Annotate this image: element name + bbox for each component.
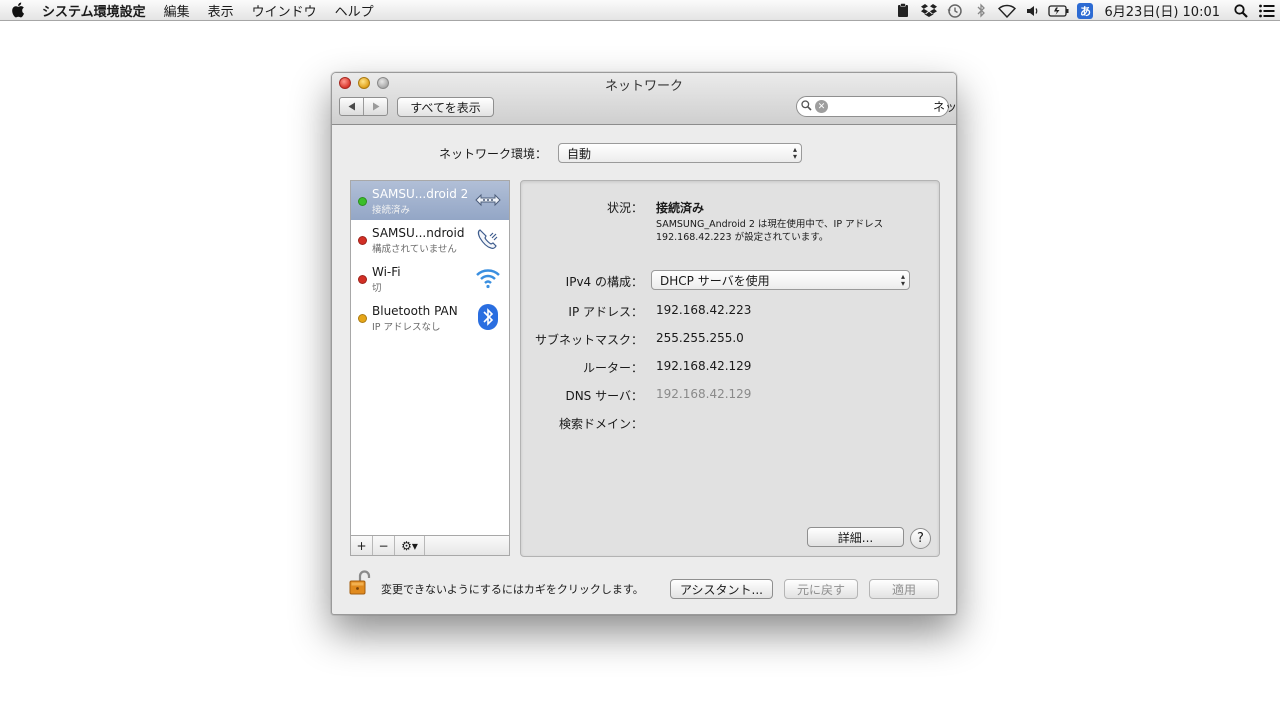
menu-bar: システム環境設定 編集 表示 ウインドウ ヘルプ あ 6月23日(日) 10:0… (0, 0, 1280, 21)
wifi-icon (474, 264, 502, 292)
menu-view[interactable]: 表示 (199, 1, 243, 20)
dns-server-value: 192.168.42.129 (656, 387, 752, 401)
search-icon (801, 99, 815, 114)
lock-message: 変更できないようにするにはカギをクリックします。 (381, 583, 644, 596)
apply-button[interactable]: 適用 (869, 579, 939, 599)
popup-arrows-icon: ▴ ▾ (900, 272, 905, 288)
subnet-mask-value: 255.255.255.0 (656, 331, 744, 345)
ip-address-label: IP アドレス： (568, 305, 643, 319)
volume-icon[interactable] (1020, 0, 1046, 21)
show-all-button[interactable]: すべてを表示 (397, 97, 494, 117)
status-label: 状況： (606, 201, 643, 215)
help-button[interactable]: ? (910, 528, 931, 549)
input-method-icon[interactable]: あ (1072, 0, 1098, 21)
router-label: ルーター： (582, 361, 643, 375)
status-description-line: SAMSUNG_Android 2 は現在使用中で、IP アドレス (656, 219, 884, 230)
clear-search-icon[interactable]: ✕ (815, 100, 828, 113)
forward-button[interactable] (364, 98, 387, 115)
subnet-mask-label: サブネットマスク： (534, 333, 643, 347)
back-arrow-icon (348, 102, 355, 111)
dns-server-label: DNS サーバ： (565, 389, 643, 403)
network-preferences-window: ネットワーク すべてを表示 ネットワーク ✕ ネットワーク環境： 自動 ▴▾ S… (331, 72, 957, 615)
service-status: 構成されていません (372, 244, 457, 255)
menubar-clock[interactable]: 6月23日(日) 10:01 (1098, 1, 1228, 20)
service-name: Bluetooth PAN (372, 304, 458, 318)
status-area: あ 6月23日(日) 10:01 (890, 0, 1280, 21)
notification-center-icon[interactable] (1254, 0, 1280, 21)
advanced-button[interactable]: 詳細... (807, 527, 904, 547)
service-status: 接続済み (372, 205, 411, 216)
service-item-samsung-android-2[interactable]: SAMSU...droid 2 接続済み (351, 181, 509, 220)
wifi-icon[interactable] (994, 0, 1020, 21)
window-title: ネットワーク (604, 79, 683, 94)
menu-edit[interactable]: 編集 (155, 1, 199, 20)
service-item-samsung-android[interactable]: SAMSU...ndroid 構成されていません (351, 220, 509, 259)
apple-menu-icon[interactable] (0, 2, 36, 18)
service-item-wifi[interactable]: Wi-Fi 切 (351, 259, 509, 298)
menu-window[interactable]: ウインドウ (243, 1, 326, 20)
add-service-button[interactable]: + (351, 536, 373, 555)
battery-icon[interactable] (1046, 0, 1072, 21)
lock-icon[interactable] (349, 570, 373, 596)
status-description-line: 192.168.42.223 が設定されています。 (656, 232, 829, 243)
service-action-menu-button[interactable]: ⚙▾ (395, 536, 425, 555)
status-description: SAMSUNG_Android 2 は現在使用中で、IP アドレス 192.16… (656, 218, 883, 244)
window-titlebar[interactable]: ネットワーク すべてを表示 ネットワーク ✕ (332, 73, 956, 125)
status-dot-icon (358, 236, 367, 245)
back-button[interactable] (340, 98, 364, 115)
location-label: ネットワーク環境： (438, 147, 547, 161)
popup-arrows-icon: ▴ ▾ (792, 145, 797, 161)
bluetooth-icon[interactable] (968, 0, 994, 21)
phone-modem-icon (474, 225, 502, 253)
status-dot-icon (358, 197, 367, 206)
time-machine-icon[interactable] (942, 0, 968, 21)
service-status: IP アドレスなし (372, 322, 441, 333)
search-input[interactable]: ネットワーク (932, 98, 956, 115)
location-value: 自動 (567, 146, 592, 161)
assistant-button[interactable]: アシスタント... (670, 579, 773, 599)
ipv4-config-label: IPv4 の構成： (565, 275, 643, 289)
menu-app-name[interactable]: システム環境設定 (36, 1, 155, 20)
router-value: 192.168.42.129 (656, 359, 752, 373)
ime-label: あ (1077, 2, 1094, 19)
location-popup[interactable]: 自動 ▴ ▾ (558, 143, 802, 163)
service-list: SAMSU...droid 2 接続済み SAMSU...ndroid 構成され… (350, 180, 510, 536)
ip-address-value: 192.168.42.223 (656, 303, 752, 317)
spotlight-icon[interactable] (1228, 0, 1254, 21)
service-name: Wi-Fi (372, 265, 401, 279)
clipboard-icon[interactable] (890, 0, 916, 21)
service-detail-panel: 状況： 接続済み SAMSUNG_Android 2 は現在使用中で、IP アド… (520, 180, 940, 557)
service-name: SAMSU...ndroid (372, 226, 465, 240)
service-name: SAMSU...droid 2 (372, 187, 469, 201)
dropbox-icon[interactable] (916, 0, 942, 21)
bluetooth-icon (474, 303, 502, 331)
menu-help[interactable]: ヘルプ (326, 1, 383, 20)
ethernet-arrows-icon (474, 186, 502, 214)
back-forward-control (339, 97, 388, 116)
ipv4-config-value: DHCP サーバを使用 (660, 273, 770, 288)
search-domain-label: 検索ドメイン： (558, 417, 643, 431)
service-item-bluetooth-pan[interactable]: Bluetooth PAN IP アドレスなし (351, 298, 509, 337)
ipv4-config-popup[interactable]: DHCP サーバを使用 ▴ ▾ (651, 270, 910, 290)
search-field[interactable]: ネットワーク ✕ (796, 96, 956, 117)
revert-button[interactable]: 元に戻す (784, 579, 858, 599)
service-list-toolbar: + − ⚙▾ (350, 536, 510, 556)
status-dot-icon (358, 314, 367, 323)
forward-arrow-icon (372, 102, 379, 111)
status-dot-icon (358, 275, 367, 284)
remove-service-button[interactable]: − (373, 536, 395, 555)
service-status: 切 (372, 283, 382, 294)
status-value: 接続済み (656, 201, 705, 215)
